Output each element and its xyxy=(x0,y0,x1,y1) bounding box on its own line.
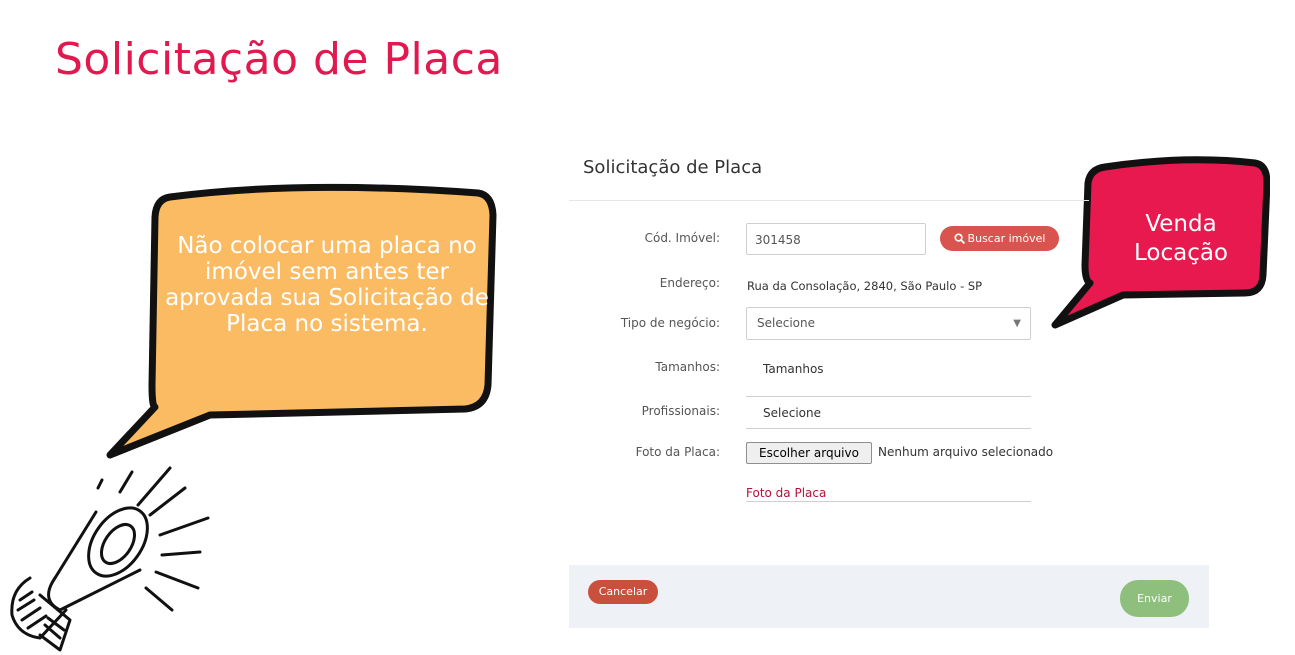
form-divider xyxy=(569,200,1089,201)
cancel-button[interactable]: Cancelar xyxy=(588,580,658,604)
business-type-label: Tipo de negócio: xyxy=(620,316,720,330)
code-label: Cód. Imóvel: xyxy=(644,231,720,245)
callout-rent: Locação xyxy=(1133,240,1229,266)
chevron-down-icon: ▼ xyxy=(1013,318,1021,329)
slide-title: Solicitação de Placa xyxy=(55,34,503,85)
address-value: Rua da Consolação, 2840, São Paulo - SP xyxy=(747,279,983,293)
professionals-field[interactable]: Selecione xyxy=(746,400,1031,429)
address-label: Endereço: xyxy=(659,276,720,290)
property-code-input[interactable]: 301458 xyxy=(746,223,926,255)
sizes-field[interactable]: Tamanhos xyxy=(746,348,1031,397)
callout-sale: Venda xyxy=(1145,211,1217,237)
file-status: Nenhum arquivo selecionado xyxy=(878,445,1054,459)
search-icon xyxy=(954,233,965,244)
business-type-speech-bubble: Venda Locação xyxy=(1045,155,1270,335)
business-type-value: Selecione xyxy=(757,316,815,330)
search-property-button[interactable]: Buscar imóvel xyxy=(940,226,1059,251)
search-property-label: Buscar imóvel xyxy=(967,232,1046,245)
business-type-callout: Venda Locação xyxy=(1120,210,1242,268)
sizes-label: Tamanhos: xyxy=(655,360,720,374)
business-type-select[interactable]: Selecione ▼ xyxy=(746,307,1031,340)
professionals-label: Profissionais: xyxy=(641,404,720,418)
megaphone-icon xyxy=(10,466,210,652)
send-button[interactable]: Enviar xyxy=(1120,580,1189,617)
photo-label: Foto da Placa: xyxy=(635,445,720,459)
sizes-value: Tamanhos xyxy=(763,362,824,376)
form-title: Solicitação de Placa xyxy=(583,157,763,178)
choose-file-button[interactable]: Escolher arquivo xyxy=(746,442,872,464)
photo-field: Foto da Placa xyxy=(746,486,1031,502)
warning-callout-text: Não colocar uma placa no imóvel sem ante… xyxy=(165,233,489,337)
professionals-value: Selecione xyxy=(763,406,821,420)
form-footer xyxy=(569,565,1209,628)
warning-speech-bubble: Não colocar uma placa no imóvel sem ante… xyxy=(100,175,500,465)
